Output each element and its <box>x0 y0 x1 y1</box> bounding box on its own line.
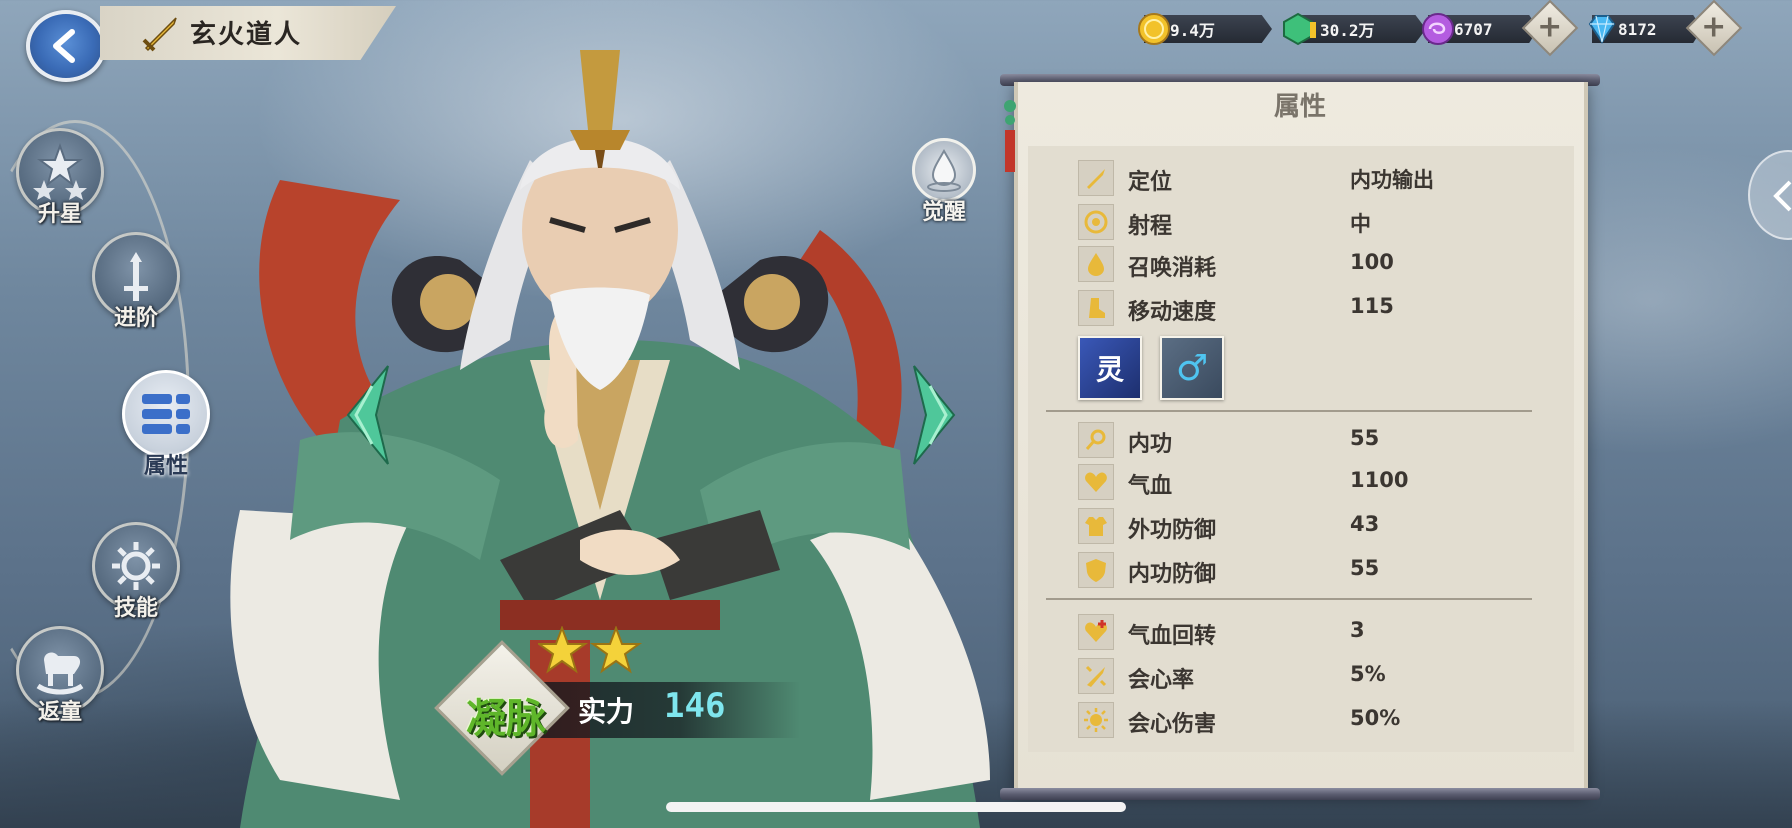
attr-row-hp-regen: 气血回转 3 <box>1078 612 1538 652</box>
awaken-drop-icon <box>927 149 961 192</box>
jade-gem-icon <box>1283 12 1316 46</box>
nav-item-upgrade-star[interactable]: 升星 <box>6 128 116 238</box>
attr-value: 55 <box>1350 556 1380 580</box>
armor-icon <box>1078 508 1114 544</box>
attr-value: 中 <box>1350 212 1371 236</box>
attr-row-crit-damage: 会心伤害 50% <box>1078 700 1538 740</box>
attr-name: 内功防御 <box>1128 562 1217 587</box>
attr-name: 会心率 <box>1128 668 1195 693</box>
sun-icon <box>1078 702 1114 738</box>
attr-value: 内功输出 <box>1350 168 1434 192</box>
attr-row-inner-power: 内功 55 <box>1078 420 1538 460</box>
heart-icon <box>1078 464 1114 500</box>
currency-gold: 9.4万 <box>1136 12 1272 46</box>
next-hero-arrow-icon[interactable] <box>904 362 964 468</box>
awaken-circle <box>912 138 976 202</box>
attr-name: 内功 <box>1128 432 1173 457</box>
star-icon <box>589 626 643 674</box>
nav-item-rejuvenate[interactable]: 返童 <box>6 626 116 736</box>
attr-name: 定位 <box>1128 170 1173 195</box>
currency-jade: 30.2万 <box>1280 12 1436 46</box>
nav-item-advance[interactable]: 进阶 <box>82 232 192 342</box>
plus-icon: + <box>1701 9 1727 45</box>
drop-icon <box>1078 246 1114 282</box>
trait-text: ♂ <box>1175 347 1209 389</box>
attr-row-range: 射程 中 <box>1078 202 1538 242</box>
panel-bottom-rod <box>1000 788 1600 800</box>
attr-value: 55 <box>1350 426 1380 450</box>
crit-icon <box>1078 658 1114 694</box>
attr-row-outer-defense: 外功防御 43 <box>1078 506 1538 546</box>
awaken-label: 觉醒 <box>921 200 966 225</box>
trait-text: 灵 <box>1095 353 1124 386</box>
power-label: 实力 <box>578 695 635 728</box>
nav-item-attributes[interactable]: 属性 <box>112 370 222 480</box>
rocking-horse-icon <box>36 652 84 695</box>
male-symbol-icon[interactable]: ♂ <box>1160 336 1224 400</box>
panel-title: 属性 <box>1273 92 1326 122</box>
attr-row-inner-defense: 内功防御 55 <box>1078 550 1538 590</box>
spirit-orb-icon <box>1422 13 1454 45</box>
gold-coin-icon <box>1138 13 1170 45</box>
nav-label-advance: 进阶 <box>113 306 158 331</box>
attr-name: 召唤消耗 <box>1128 256 1217 281</box>
spirit-emblem-icon[interactable]: 灵 <box>1078 336 1142 400</box>
attr-value: 5% <box>1350 662 1386 686</box>
attr-value: 43 <box>1350 512 1380 536</box>
hero-star-rating <box>538 626 643 674</box>
attr-value: 50% <box>1350 706 1401 730</box>
rank-label: 凝脉 <box>466 695 546 742</box>
star-icon <box>538 626 589 674</box>
target-icon <box>1078 204 1114 240</box>
previous-hero-arrow-icon[interactable] <box>338 362 398 468</box>
nav-label-rejuvenate: 返童 <box>37 700 82 725</box>
nav-circle <box>122 370 210 458</box>
nav-label-upgrade-star: 升星 <box>37 202 82 227</box>
heal-icon <box>1078 614 1114 650</box>
nav-item-skills[interactable]: 技能 <box>82 522 192 632</box>
attr-value: 115 <box>1350 294 1394 318</box>
shield-icon <box>1078 552 1114 588</box>
back-arrow-icon <box>53 29 75 63</box>
boot-icon <box>1078 290 1114 326</box>
attr-row-hp: 气血 1100 <box>1078 462 1538 502</box>
skill-gear-icon <box>112 542 160 590</box>
attr-name: 会心伤害 <box>1128 712 1217 737</box>
home-indicator[interactable] <box>666 802 1126 812</box>
divider <box>1046 598 1532 600</box>
attr-value: 100 <box>1350 250 1394 274</box>
attr-name: 外功防御 <box>1128 518 1217 543</box>
attr-name: 气血 <box>1128 474 1173 499</box>
attributes-list-icon <box>142 394 190 434</box>
attr-row-crit-rate: 会心率 5% <box>1078 656 1538 696</box>
sword-role-icon <box>1078 160 1114 196</box>
nav-label-skills: 技能 <box>113 596 158 621</box>
hero-name: 玄火道人 <box>190 20 303 50</box>
back-button[interactable] <box>26 10 106 82</box>
attr-value: 3 <box>1350 618 1365 642</box>
nav-label-attributes: 属性 <box>143 454 188 479</box>
power-value: 146 <box>664 686 726 726</box>
tassel-ornament-icon <box>1004 100 1016 172</box>
stars-icon <box>33 143 87 200</box>
attr-row-summon-cost: 召唤消耗 100 <box>1078 244 1538 284</box>
awaken-button[interactable]: 觉醒 <box>906 138 982 228</box>
attr-name: 移动速度 <box>1128 300 1217 325</box>
inner-power-icon <box>1078 422 1114 458</box>
chevron-left-icon <box>1773 180 1792 212</box>
attr-row-role: 定位 内功输出 <box>1078 158 1538 198</box>
attr-name: 气血回转 <box>1128 624 1217 649</box>
attr-name: 射程 <box>1128 214 1173 239</box>
attr-value: 1100 <box>1350 468 1409 492</box>
sword-class-icon <box>142 17 177 52</box>
attr-row-move-speed: 移动速度 115 <box>1078 288 1538 328</box>
plus-icon: + <box>1537 9 1563 45</box>
divider <box>1046 410 1532 412</box>
diamond-icon <box>1588 15 1616 44</box>
sword-upgrade-icon <box>124 252 148 301</box>
